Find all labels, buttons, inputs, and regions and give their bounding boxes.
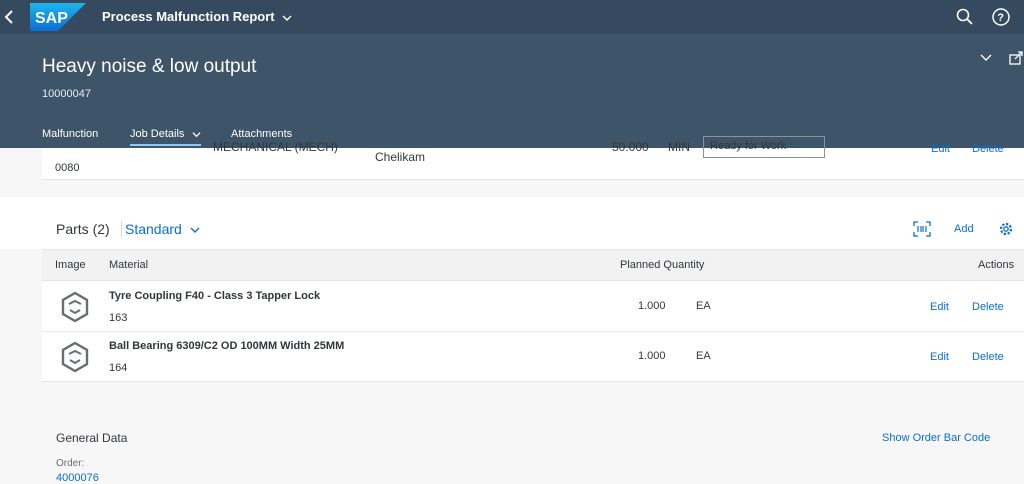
tab-label: Attachments [231, 128, 293, 140]
status-value: Ready for Work [710, 140, 787, 152]
shell-bar: SAP Process Malfunction Report ? [0, 0, 1024, 34]
unit-of-measure: EA [696, 350, 711, 362]
column-header-actions: Actions [978, 259, 1015, 271]
search-icon[interactable] [954, 6, 976, 28]
parts-title: Parts (2) [56, 221, 110, 237]
tab-malfunction[interactable]: Malfunction [42, 128, 98, 140]
variant-label: Standard [125, 221, 182, 237]
help-icon[interactable]: ? [990, 6, 1012, 28]
tab-label: Job Details [130, 128, 185, 140]
unit-of-measure: EA [696, 300, 711, 312]
delete-link[interactable]: Delete [972, 351, 1004, 363]
status-select[interactable]: Ready for Work [703, 136, 825, 158]
planned-quantity: 1.000 [638, 350, 666, 362]
show-order-barcode-link[interactable]: Show Order Bar Code [882, 432, 990, 444]
table-row[interactable]: Tyre Coupling F40 - Class 3 Tapper Lock … [42, 282, 1024, 332]
operation-person: Chelikam [375, 150, 426, 164]
object-title: Heavy noise & low output [42, 56, 257, 77]
back-button[interactable] [0, 6, 18, 28]
chevron-left-icon [4, 10, 13, 24]
parts-table: Image Material Planned Quantity Actions … [42, 249, 1024, 382]
table-row[interactable]: Ball Bearing 6309/C2 OD 100MM Width 25MM… [42, 332, 1024, 382]
sap-logo[interactable]: SAP [30, 3, 86, 31]
barcode-scan-icon[interactable] [913, 221, 931, 237]
svg-text:SAP: SAP [35, 10, 68, 27]
operation-row: MECHANICAL (MECH) Chelikam 50.000 MIN Re… [42, 136, 1024, 180]
share-icon[interactable] [1008, 50, 1024, 66]
material-number: 163 [109, 312, 128, 324]
tab-attachments[interactable]: Attachments [231, 128, 292, 140]
general-data-title: General Data [56, 431, 128, 445]
chevron-down-icon [192, 131, 202, 137]
app-title: Process Malfunction Report [102, 9, 275, 24]
add-part-button[interactable]: Add [954, 223, 974, 235]
edit-link[interactable]: Edit [930, 301, 949, 313]
planned-quantity: 1.000 [638, 300, 666, 312]
material-name: Tyre Coupling F40 - Class 3 Tapper Lock [109, 290, 321, 302]
settings-icon[interactable] [998, 221, 1014, 237]
operation-work: 50.000 [612, 140, 649, 154]
tab-job-details[interactable]: Job Details [130, 128, 202, 146]
object-subtitle: 10000047 [42, 88, 91, 100]
edit-link[interactable]: Edit [930, 351, 949, 363]
chevron-down-icon [190, 227, 200, 234]
tab-label: Malfunction [42, 128, 99, 140]
order-link[interactable]: 4000076 [56, 472, 99, 484]
column-header-planned-quantity: Planned Quantity [620, 259, 705, 271]
operation-unit: MIN [668, 140, 690, 154]
column-header-image: Image [55, 259, 86, 271]
app-title-menu[interactable]: Process Malfunction Report [102, 9, 292, 24]
order-label: Order: [56, 458, 85, 469]
material-name: Ball Bearing 6309/C2 OD 100MM Width 25MM [109, 340, 345, 352]
product-placeholder-icon [61, 291, 89, 323]
svg-text:?: ? [997, 12, 1004, 24]
table-header: Image Material Planned Quantity Actions [42, 250, 1024, 281]
object-header: Heavy noise & low output 10000047 Malfun… [0, 34, 1024, 148]
collapse-header-icon[interactable] [978, 50, 994, 66]
variant-selector[interactable]: Standard [121, 221, 200, 237]
delete-link[interactable]: Delete [972, 143, 1004, 155]
material-number: 164 [109, 362, 128, 374]
chevron-down-icon [282, 15, 292, 21]
general-data-section [0, 398, 1024, 484]
edit-link[interactable]: Edit [931, 143, 950, 155]
product-placeholder-icon [61, 341, 89, 373]
operation-number: 0080 [55, 162, 80, 174]
column-header-material: Material [109, 259, 149, 271]
delete-link[interactable]: Delete [972, 301, 1004, 313]
operation-category: MECHANICAL (MECH) [213, 140, 338, 154]
